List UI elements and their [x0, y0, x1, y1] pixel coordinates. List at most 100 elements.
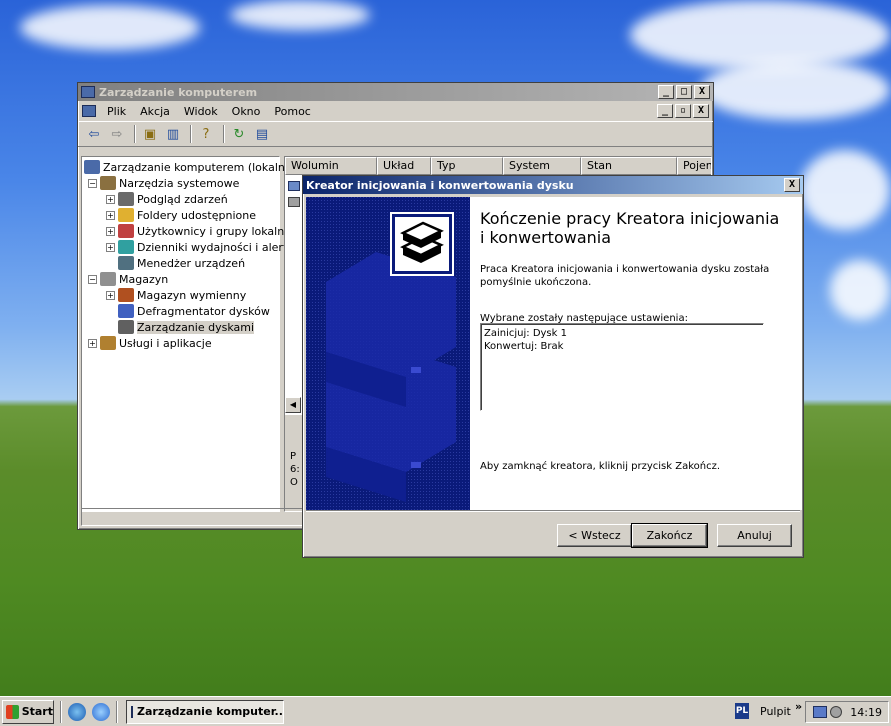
column-wolumin[interactable]: Wolumin	[285, 157, 377, 175]
wizard-success-text: Praca Kreatora inicjowania i konwertowan…	[480, 264, 770, 288]
tree-expander[interactable]: −	[88, 178, 97, 188]
column-typ[interactable]: Typ	[431, 157, 503, 175]
taskbar: Start Zarządzanie komputer... PL Pulpit …	[0, 696, 891, 726]
menu-pomoc[interactable]: Pomoc	[267, 105, 317, 118]
computer-icon	[84, 160, 100, 174]
tree-item-label: Podgląd zdarzeń	[137, 192, 228, 206]
tree-expander[interactable]: −	[88, 274, 97, 284]
child-minimize-button[interactable]: _	[657, 104, 673, 118]
child-restore-button[interactable]: ▫	[675, 104, 691, 118]
toolbar: ⇦ ⇨ ▣ ▥ ? ↻ ▤	[78, 121, 713, 147]
wizard-heading: Kończenie pracy Kreatora inicjowania i k…	[480, 209, 780, 247]
tree-item-label: Zarządzanie komputerem (lokalne)	[103, 160, 296, 174]
tree-item-label: Użytkownicy i grupy lokalne	[137, 224, 291, 238]
tree-item[interactable]: Zarządzanie dyskami	[106, 319, 255, 335]
child-close-button[interactable]: X	[693, 104, 709, 118]
column-system-plikow[interactable]: System plików	[503, 157, 581, 188]
console-tree[interactable]: Zarządzanie komputerem (lokalne) − Narzędz…	[81, 156, 296, 512]
menu-plik[interactable]: Plik	[100, 105, 133, 118]
tree-item[interactable]: Defragmentator dysków	[106, 303, 270, 319]
disk-stack-icon	[390, 212, 454, 276]
main-titlebar[interactable]: Zarządzanie komputerem _ □ X	[78, 83, 713, 101]
tree-expander[interactable]: +	[106, 226, 115, 236]
toolbar-chevron[interactable]: »	[795, 700, 802, 713]
wizard-titlebar[interactable]: Kreator inicjowania i konwertowania dysk…	[303, 176, 803, 194]
partial-text: 6:	[290, 464, 300, 475]
removable-storage-icon	[118, 288, 134, 302]
tree-item[interactable]: + Podgląd zdarzeń	[106, 191, 228, 207]
column-uklad[interactable]: Układ	[377, 157, 431, 175]
wizard-title: Kreator inicjowania i konwertowania dysk…	[306, 178, 574, 192]
network-icon[interactable]	[813, 706, 828, 718]
tree-item[interactable]: Zarządzanie komputerem (lokalne)	[84, 159, 296, 175]
finish-button[interactable]: Zakończ	[631, 523, 708, 548]
task-computer-management[interactable]: Zarządzanie komputer...	[126, 699, 284, 724]
users-icon	[118, 224, 134, 238]
scroll-left-button[interactable]: ◀	[285, 397, 301, 413]
cloud	[700, 60, 890, 120]
maximize-button[interactable]: □	[676, 85, 692, 99]
help-icon[interactable]: ?	[196, 124, 216, 144]
tree-item[interactable]: + Usługi i aplikacje	[88, 335, 212, 351]
back-arrow-icon[interactable]: ⇦	[84, 124, 104, 144]
tree-item[interactable]: + Foldery udostępnione	[106, 207, 256, 223]
event-viewer-icon	[118, 192, 134, 206]
system-tray: 14:19	[805, 701, 889, 723]
tree-item[interactable]: + Dzienniki wydajności i alerty	[106, 239, 294, 255]
windows-flag-icon	[6, 704, 19, 719]
start-button[interactable]: Start	[2, 699, 54, 724]
tree-item[interactable]: + Użytkownicy i grupy lokalne	[106, 223, 291, 239]
disk-wizard-dialog[interactable]: Kreator inicjowania i konwertowania dysk…	[302, 175, 804, 558]
volume-icon[interactable]	[830, 706, 843, 718]
start-label: Start	[21, 705, 53, 718]
wizard-separator	[306, 510, 800, 512]
language-indicator[interactable]: PL	[735, 703, 749, 719]
clock[interactable]: 14:19	[850, 706, 882, 719]
menu-okno[interactable]: Okno	[225, 105, 268, 118]
menu-widok[interactable]: Widok	[177, 105, 225, 118]
defrag-icon	[118, 304, 134, 318]
close-button[interactable]: X	[694, 85, 710, 99]
partial-text: O	[290, 477, 298, 488]
setting-line: Konwertuj: Brak	[484, 341, 564, 352]
tree-item-label: Magazyn	[119, 272, 169, 286]
desktop-toolbar-label[interactable]: Pulpit	[760, 705, 791, 718]
tree-item-label: Foldery udostępnione	[137, 208, 256, 222]
tree-item-label: Usługi i aplikacje	[119, 336, 212, 350]
refresh-icon[interactable]: ↻	[229, 124, 249, 144]
wizard-settings-box[interactable]: Zainicjuj: Dysk 1 Konwertuj: Brak	[480, 323, 764, 411]
cloud	[800, 150, 890, 230]
taskbar-separator	[116, 700, 118, 723]
disk-management-icon	[118, 320, 134, 334]
cancel-button[interactable]: Anuluj	[717, 524, 792, 547]
taskbar-separator	[60, 700, 62, 723]
back-button[interactable]: < Wstecz	[557, 524, 632, 547]
tree-item[interactable]: + Magazyn wymienny	[106, 287, 246, 303]
wizard-close-button[interactable]: X	[784, 178, 800, 192]
up-folder-icon[interactable]: ▣	[140, 124, 160, 144]
toolbar-separator	[190, 125, 192, 143]
menu-bar: Plik Akcja Widok Okno Pomoc _ ▫ X	[78, 101, 713, 121]
tree-item[interactable]: Menedżer urządzeń	[106, 255, 245, 271]
menu-akcja[interactable]: Akcja	[133, 105, 177, 118]
tree-item[interactable]: − Narzędzia systemowe	[88, 175, 239, 191]
tree-expander[interactable]: +	[106, 242, 115, 252]
tree-expander[interactable]: +	[88, 338, 97, 348]
cloud	[630, 0, 890, 70]
internet-explorer-icon[interactable]	[92, 702, 110, 721]
wizard-close-hint: Aby zamknąć kreatora, kliknij przycisk Z…	[480, 461, 721, 472]
show-desktop-icon[interactable]	[68, 702, 86, 721]
tree-expander[interactable]: +	[106, 290, 115, 300]
minimize-button[interactable]: _	[658, 85, 674, 99]
column-pojemnosc[interactable]: Pojen	[677, 157, 711, 175]
tree-expander[interactable]: +	[106, 194, 115, 204]
column-stan[interactable]: Stan	[581, 157, 677, 175]
tree-item[interactable]: − Magazyn	[88, 271, 168, 287]
properties-icon[interactable]: ▤	[252, 124, 272, 144]
show-hide-tree-icon[interactable]: ▥	[163, 124, 183, 144]
tree-item-label: Dzienniki wydajności i alerty	[137, 240, 294, 254]
mmc-document-icon[interactable]	[82, 105, 96, 117]
forward-arrow-icon[interactable]: ⇨	[107, 124, 127, 144]
shared-folder-icon	[118, 208, 134, 222]
tree-expander[interactable]: +	[106, 210, 115, 220]
